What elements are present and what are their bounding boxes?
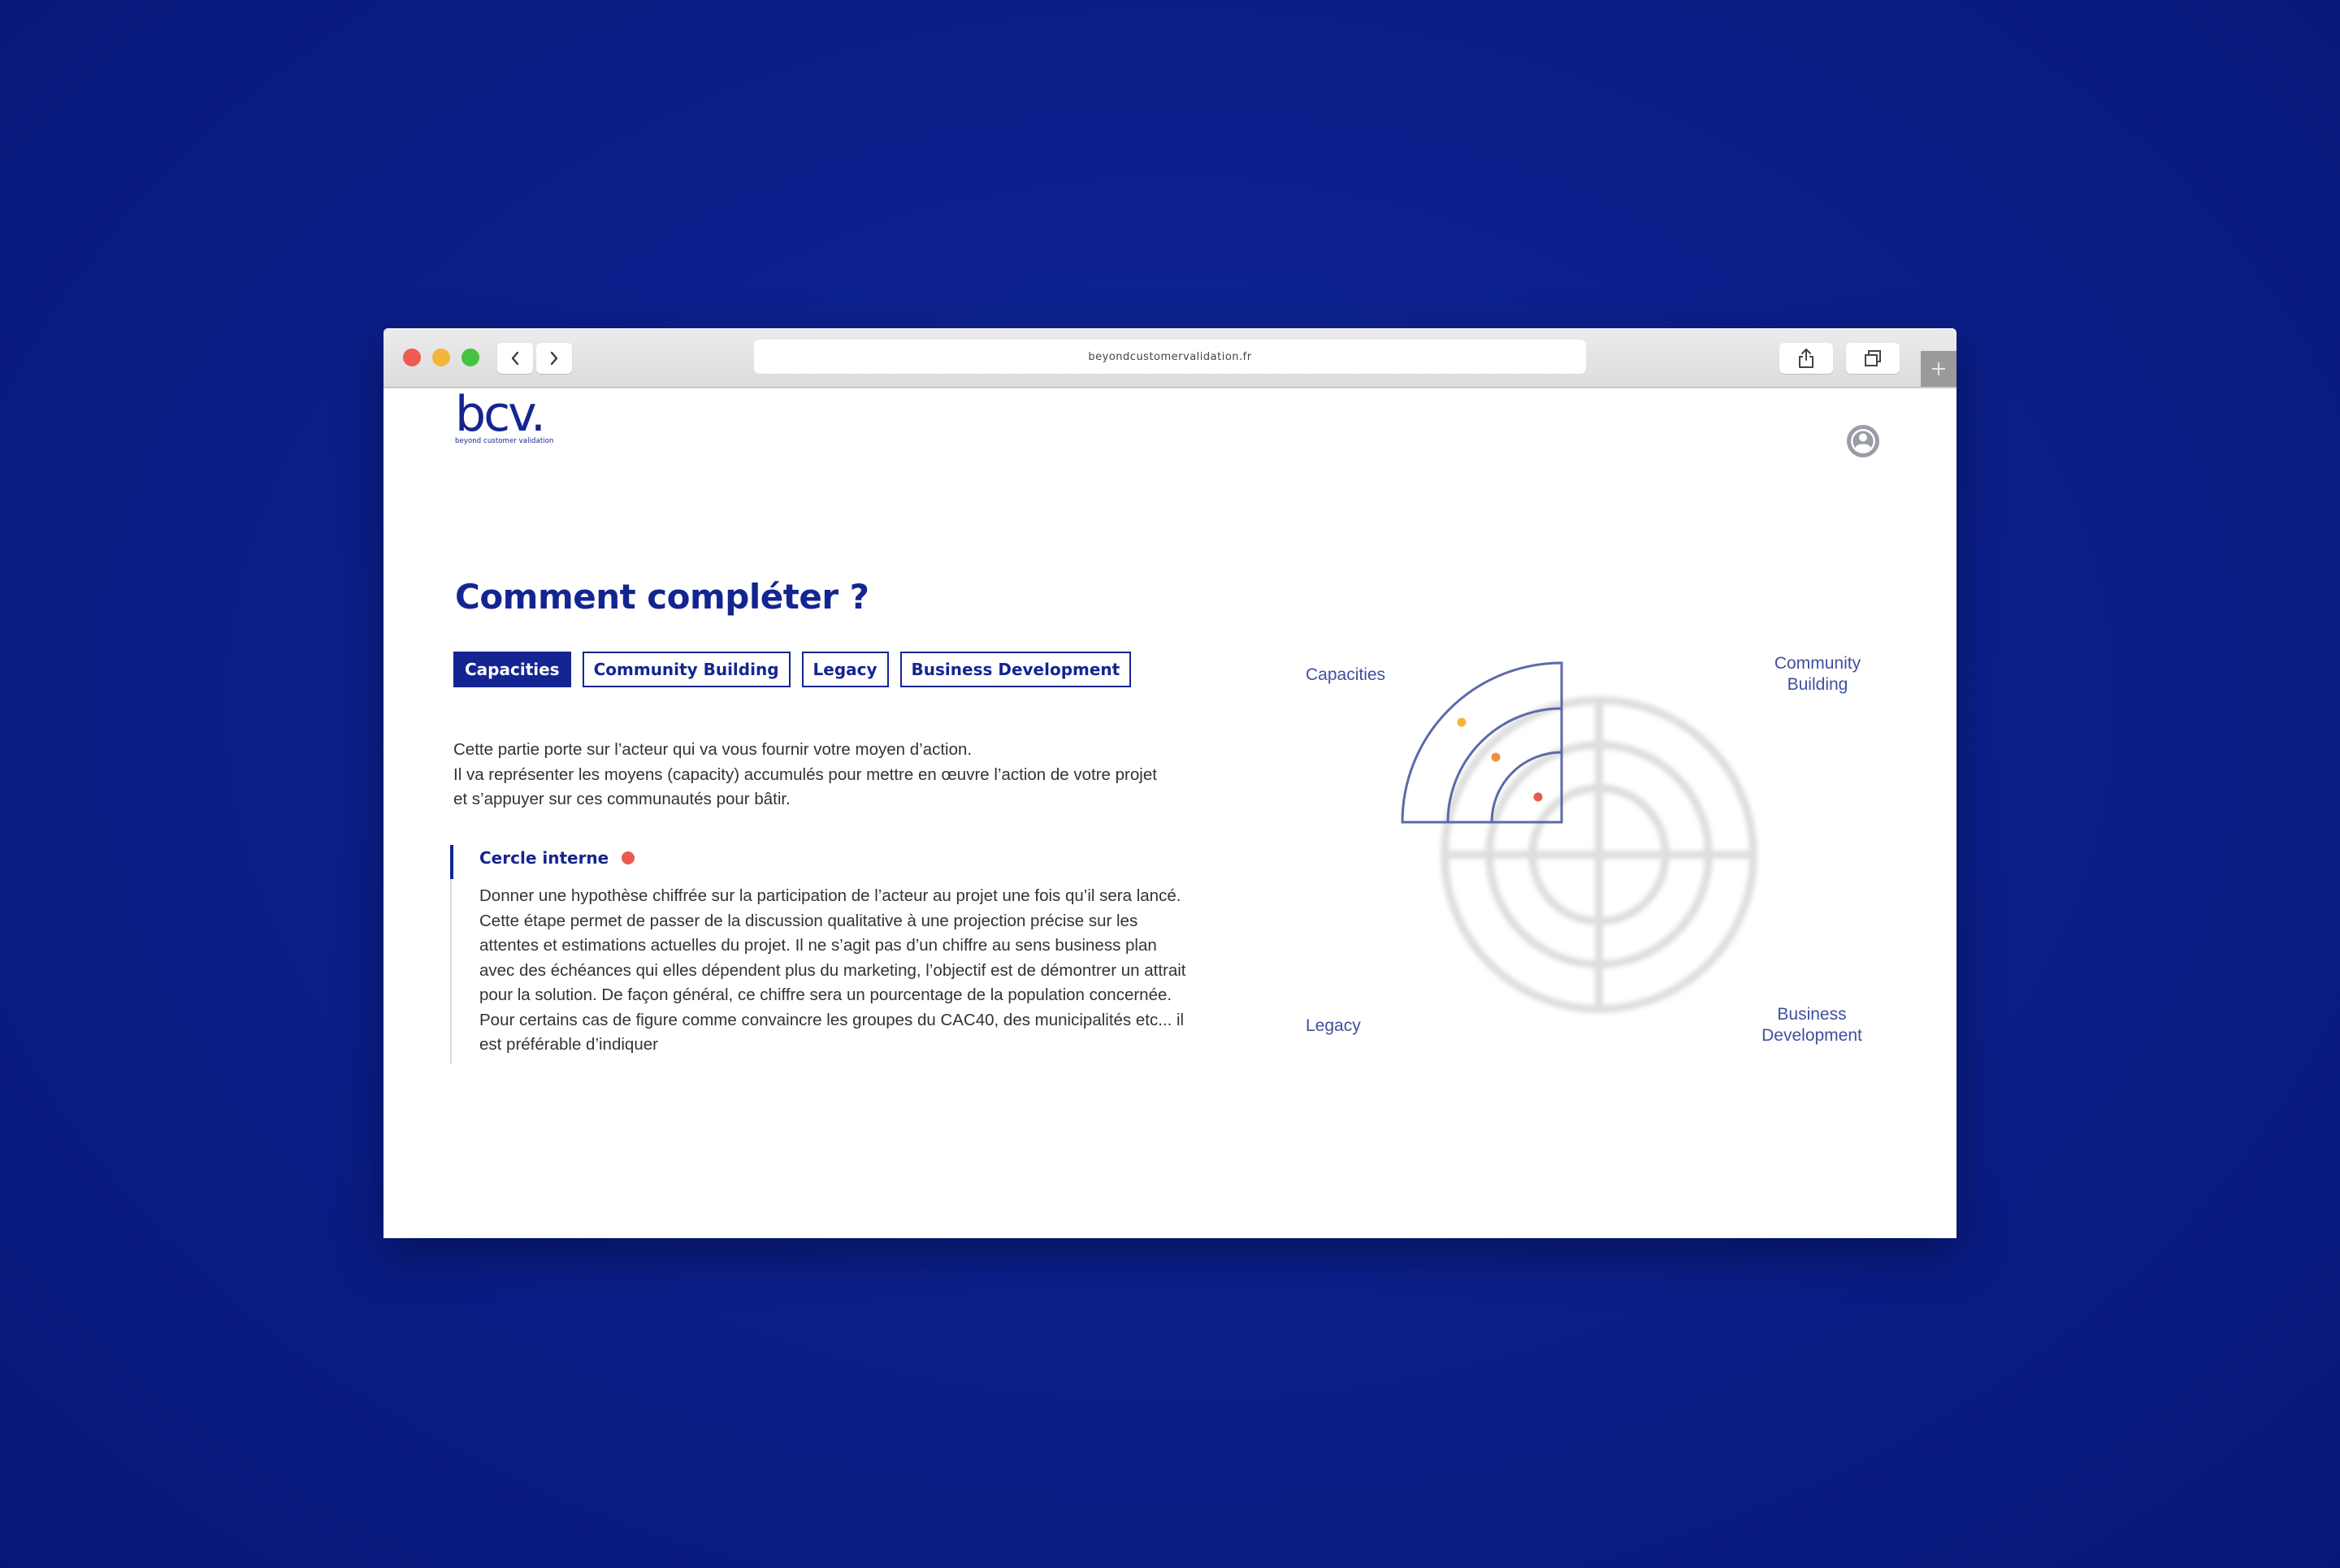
- quadrant-label-legacy: Legacy: [1306, 1016, 1361, 1035]
- inner-ring-point: [1533, 792, 1543, 802]
- quadrant-label-business: Business: [1777, 1005, 1846, 1024]
- quadrant-label-building: Building: [1788, 675, 1848, 694]
- blurred-target-rings: [1441, 696, 1757, 1013]
- quadrant-label-development: Development: [1762, 1026, 1862, 1045]
- outer-ring-point: [1457, 717, 1467, 727]
- quadrant-label-capacities: Capacities: [1306, 665, 1385, 684]
- middle-ring-point: [1491, 752, 1501, 762]
- quadrant-label-community: Community: [1774, 654, 1861, 673]
- browser-window: beyondcustomervalidation.fr bcv. beyond …: [384, 328, 1956, 1238]
- radar-diagram: Capacities Community Building Legacy Bus…: [1306, 654, 1862, 1045]
